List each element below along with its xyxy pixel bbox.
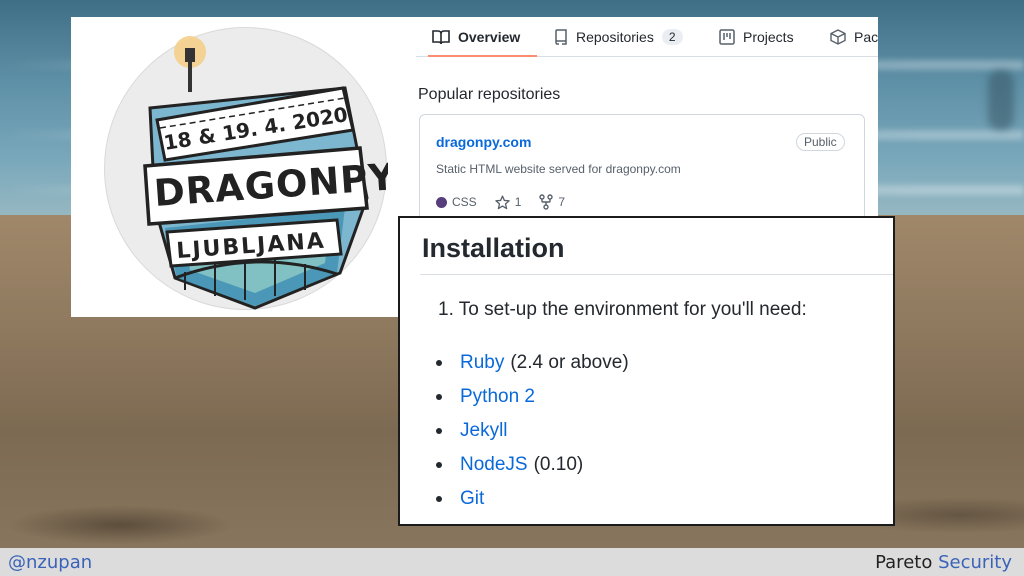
bullet — [436, 360, 442, 366]
fork-icon — [539, 194, 554, 210]
bullet — [436, 394, 442, 400]
author-handle: @nzupan — [8, 551, 93, 573]
list-item: Ruby (2.4 or above) — [436, 346, 629, 380]
tab-label: Overview — [458, 29, 521, 45]
ruby-link[interactable]: Ruby — [460, 352, 504, 374]
list-item: Python 2 — [436, 380, 629, 414]
language-color-dot — [436, 196, 447, 208]
tab-repositories[interactable]: Repositories 2 — [554, 23, 683, 51]
repo-name-link[interactable]: dragonpy.com — [436, 134, 531, 150]
bullet — [436, 462, 442, 468]
visibility-badge: Public — [796, 133, 845, 151]
bullet — [436, 496, 442, 502]
requirement-note: (0.10) — [533, 454, 584, 475]
setup-step: 1. To set-up the environment for you'll … — [438, 299, 807, 320]
book-icon — [432, 30, 450, 45]
list-item: Jekyll — [436, 414, 629, 448]
dragonpy-logo: 18 & 19. 4. 2020 DRAGONPY LJUBLJANA — [143, 36, 388, 310]
requirements-list: Ruby (2.4 or above) Python 2 Jekyll Node… — [436, 346, 629, 516]
fork-count: 7 — [558, 195, 566, 209]
language-label: CSS — [452, 195, 477, 209]
repo-meta: CSS 1 7 — [436, 194, 565, 210]
repo-icon — [555, 29, 567, 45]
python-link[interactable]: Python 2 — [460, 386, 535, 408]
tab-projects[interactable]: Projects — [719, 23, 794, 51]
list-item: NodeJS (0.10) — [436, 448, 629, 482]
jekyll-link[interactable]: Jekyll — [460, 420, 508, 442]
avatar[interactable]: 18 & 19. 4. 2020 DRAGONPY LJUBLJANA — [104, 27, 388, 310]
brand-first: Pareto — [875, 551, 933, 573]
requirement-note: (2.4 or above) — [510, 352, 629, 373]
swimmer-silhouette — [988, 70, 1014, 130]
list-item: Git — [436, 482, 629, 516]
brand-name: Pareto Security — [875, 552, 1012, 573]
star-icon — [494, 194, 510, 209]
repo-language: CSS — [436, 195, 477, 209]
heading-divider — [420, 274, 893, 275]
package-icon — [830, 29, 846, 45]
repo-stars[interactable]: 1 — [494, 194, 522, 210]
nodejs-link[interactable]: NodeJS — [460, 454, 528, 476]
bullet — [436, 428, 442, 434]
installation-heading: Installation — [422, 233, 565, 263]
profile-tabs: Overview Repositories 2 Projects Pac — [416, 17, 878, 57]
git-link[interactable]: Git — [460, 488, 484, 510]
star-count: 1 — [514, 195, 522, 209]
repo-forks[interactable]: 7 — [539, 194, 565, 210]
tab-packages[interactable]: Pac — [830, 23, 878, 51]
tab-overview[interactable]: Overview — [432, 23, 520, 51]
repo-count-badge: 2 — [661, 29, 683, 45]
installation-readme-screenshot: Installation 1. To set-up the environmen… — [398, 216, 895, 526]
project-board-icon — [719, 29, 735, 45]
active-tab-underline — [428, 55, 537, 57]
repo-description: Static HTML website served for dragonpy.… — [436, 162, 681, 176]
popular-repositories-heading: Popular repositories — [418, 86, 561, 103]
tab-label: Repositories — [576, 29, 654, 45]
brand-second: Security — [938, 551, 1012, 573]
tab-label: Projects — [743, 29, 794, 45]
slide-footer: @nzupan Pareto Security — [0, 548, 1024, 576]
tab-label: Pac — [854, 29, 878, 45]
